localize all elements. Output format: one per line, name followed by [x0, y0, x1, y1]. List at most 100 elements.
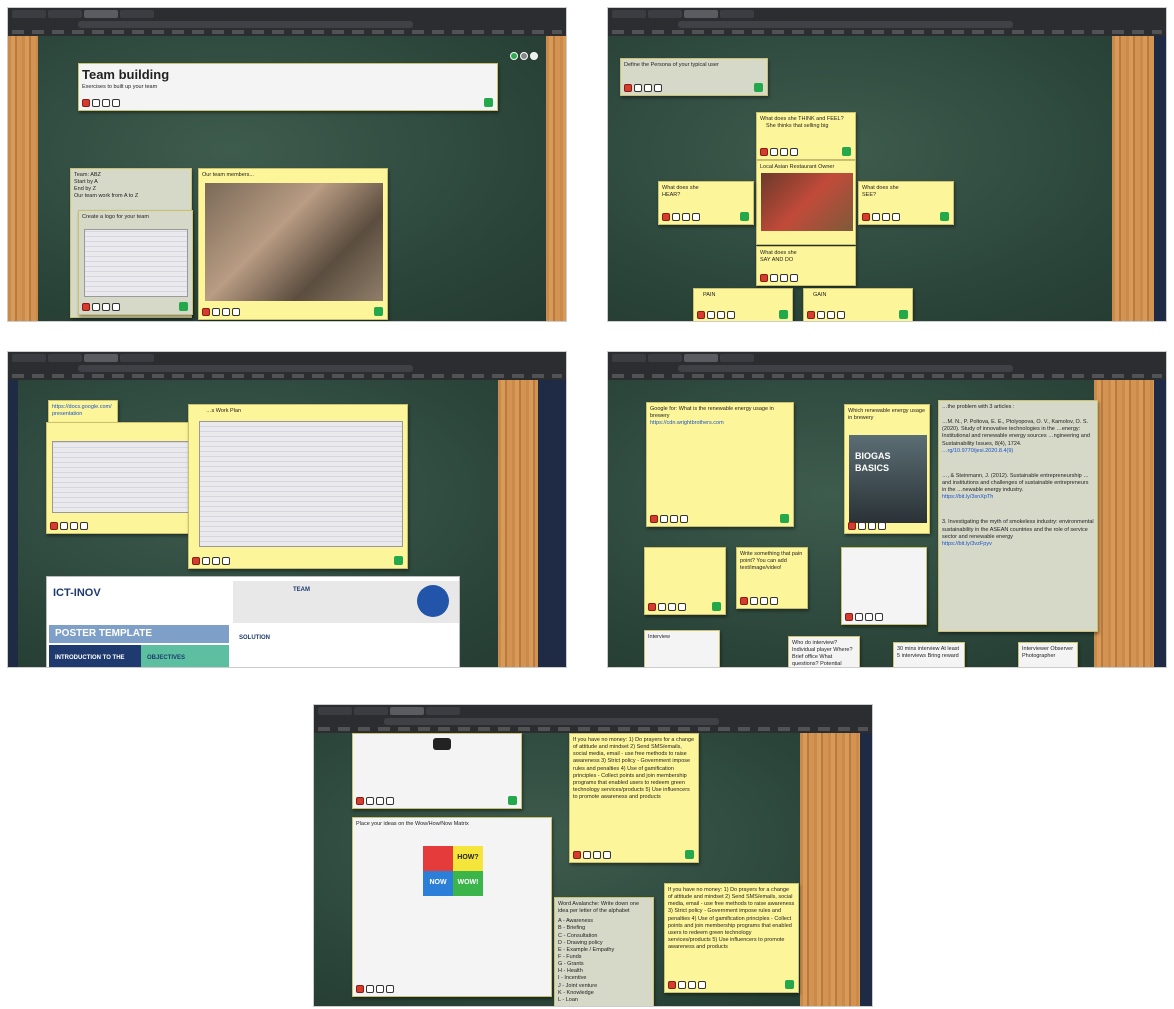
screenshot-team-building: Team building Exercises to built up your…	[7, 7, 567, 322]
ict-inov-logo: ICT-INOV	[53, 587, 101, 599]
persona-center-note[interactable]: Local Asian Restaurant Owner	[756, 160, 856, 245]
board-subtitle: Exercises to built up your team	[82, 83, 158, 90]
lock-icon[interactable]	[484, 98, 493, 107]
roles-text: Interviewer Observer Photographer	[1022, 646, 1074, 660]
letter-item: A - Awareness	[558, 918, 594, 925]
work-plan-note[interactable]: …s Work Plan	[188, 404, 408, 569]
letter-item: D - Drawing policy	[558, 939, 603, 946]
letter-item: E - Example / Empathy	[558, 946, 615, 953]
poster-intro: INTRODUCTION TO THE	[49, 645, 141, 667]
note-toolbar[interactable]	[82, 99, 120, 107]
color-dots[interactable]	[510, 52, 538, 60]
screenshot-work-plan: https://docs.google.com/presentation …s …	[7, 351, 567, 668]
team-start: Start by A	[74, 179, 98, 186]
article-2: …, & Steinmann, J. (2012). Sustainable e…	[942, 472, 1089, 494]
wood-frame-right	[1112, 36, 1154, 321]
letter-item: G - Grants	[558, 961, 584, 968]
article-1: …M. N., P. Poltova, E. E., Ptolyopova, O…	[942, 419, 1090, 447]
pain-point-text: Write something that pain point? You can…	[740, 551, 803, 572]
see-note[interactable]: What does she SEE?	[858, 181, 954, 225]
interview-plan-text: 30 mins interview At least 5 interviews …	[897, 646, 960, 660]
pain-point-note[interactable]: Write something that pain point? You can…	[736, 547, 808, 609]
wood-frame-right	[546, 36, 566, 321]
hear-note[interactable]: What does she HEAR?	[658, 181, 754, 225]
title-note[interactable]: Team building Exercises to built up your…	[78, 63, 498, 111]
sketch-note[interactable]	[46, 422, 211, 534]
infographic-note[interactable]	[841, 547, 927, 625]
who-interview-text: Who do interview? Individual player Wher…	[792, 640, 853, 668]
logo-sketch-image	[84, 229, 188, 297]
letter-item: K - Knowledge	[558, 989, 594, 996]
letter-item: F - Funds	[558, 953, 582, 960]
work-plan-image	[199, 421, 403, 547]
no-money-text: If you have no money: 1) Do prayers for …	[573, 737, 695, 801]
screenshot-persona: Define the Persona of your typical user …	[607, 7, 1167, 322]
how-quadrant: HOW?	[453, 846, 483, 871]
letter-item: J - Joint venture	[558, 982, 598, 989]
hear-text: What does she HEAR?	[662, 185, 699, 199]
team-motto: Our team work from A to Z	[74, 193, 139, 200]
google-note[interactable]: Google for: What is the renewable energy…	[646, 402, 794, 527]
letter-item: B - Briefing	[558, 925, 586, 932]
wow-how-now-matrix: HOW? NOW WOW!	[423, 846, 483, 896]
matrix-note[interactable]: Place your ideas on the Wow/How/Now Matr…	[352, 817, 552, 997]
google-link[interactable]: https://cdn.wrightbrothers.com	[650, 420, 790, 427]
work-plan-label: …s Work Plan	[206, 408, 242, 414]
article-1-link[interactable]: …rg/10.9770/jesi.2020.8.4(9)	[942, 448, 1094, 455]
say-do-note[interactable]: What does she SAY AND DO	[756, 246, 856, 286]
poster-team-area: TEAM	[233, 581, 459, 623]
blank-note[interactable]	[644, 547, 726, 615]
who-interview-note[interactable]: Who do interview? Individual player Wher…	[788, 636, 860, 668]
interview-label: Interview	[648, 634, 671, 640]
biogas-image: BIOGAS BASICS	[849, 435, 927, 523]
brewery-text: Which renewable energy usage in brewery	[848, 408, 926, 422]
wood-frame-left	[8, 36, 38, 321]
no-money-text-2: If you have no money: 1) Do prayers for …	[668, 887, 795, 951]
think-feel-text: What does she THINK and FEEL?	[760, 116, 844, 122]
poster-objectives: OBJECTIVES	[141, 645, 229, 667]
think-feel-note[interactable]: What does she THINK and FEEL? She thinks…	[756, 112, 856, 160]
matrix-title: Place your ideas on the Wow/How/Now Matr…	[356, 821, 469, 827]
google-question: Google for: What is the renewable energy…	[650, 406, 774, 420]
poster-template[interactable]: ICT-INOV POSTER TEMPLATE INTRODUCTION TO…	[46, 576, 460, 667]
article-3-link[interactable]: https://bit.ly/3vzFpyv	[942, 541, 1094, 548]
gain-label: GAIN	[813, 292, 827, 298]
team-name: Team: ABZ	[74, 172, 101, 178]
wow-quadrant: WOW!	[453, 871, 483, 896]
pain-note[interactable]: PAIN	[693, 288, 793, 321]
interview-note[interactable]: Interview	[644, 630, 720, 667]
letter-item: I - Incentive	[558, 975, 587, 982]
article-3: 3. Investigating the myth of smokeless i…	[942, 519, 1094, 540]
link-text[interactable]: https://docs.google.com/presentation	[52, 404, 114, 418]
screenshot-renewable-energy: …the problem with 3 articles : …M. N., P…	[607, 351, 1167, 668]
team-end: End by Z	[74, 186, 97, 193]
play-icon[interactable]	[433, 738, 451, 750]
poster-team-label: TEAM	[293, 587, 310, 593]
logo-note[interactable]: Create a logo for your team	[78, 210, 193, 315]
members-note[interactable]: Our team members...	[198, 168, 388, 320]
see-text: What does she SEE?	[862, 185, 899, 199]
roles-note[interactable]: Interviewer Observer Photographer	[1018, 642, 1078, 667]
pain-label: PAIN	[703, 292, 716, 298]
team-photo	[205, 183, 383, 301]
no-money-note[interactable]: If you have no money: 1) Do prayers for …	[569, 733, 699, 863]
lock-icon[interactable]	[179, 302, 188, 311]
video-note[interactable]	[352, 733, 522, 809]
no-money-note-2[interactable]: If you have no money: 1) Do prayers for …	[664, 883, 799, 993]
interview-plan-note[interactable]: 30 mins interview At least 5 interviews …	[893, 642, 965, 667]
think-feel-bullet: She thinks that selling big	[766, 123, 829, 130]
persona-header-note[interactable]: Define the Persona of your typical user	[620, 58, 768, 96]
persona-photo	[761, 173, 853, 231]
articles-note[interactable]: …the problem with 3 articles : …M. N., P…	[938, 400, 1098, 632]
article-2-link[interactable]: https://bit.ly/3snXpTh	[942, 494, 1094, 501]
browser-chrome	[8, 8, 566, 36]
say-do-text: What does she SAY AND DO	[760, 250, 797, 264]
letter-list: A - Awareness B - Briefing C - Consultat…	[558, 918, 650, 1004]
persona-label: Local Asian Restaurant Owner	[760, 164, 835, 170]
word-avalanche-note[interactable]: Word Avalanche: Write down one idea per …	[554, 897, 654, 1006]
letter-item: H - Health	[558, 968, 583, 975]
brewery-note[interactable]: Which renewable energy usage in brewery …	[844, 404, 930, 534]
now-quadrant: NOW	[423, 871, 453, 896]
gain-note[interactable]: GAIN	[803, 288, 913, 321]
lock-icon[interactable]	[374, 307, 383, 316]
